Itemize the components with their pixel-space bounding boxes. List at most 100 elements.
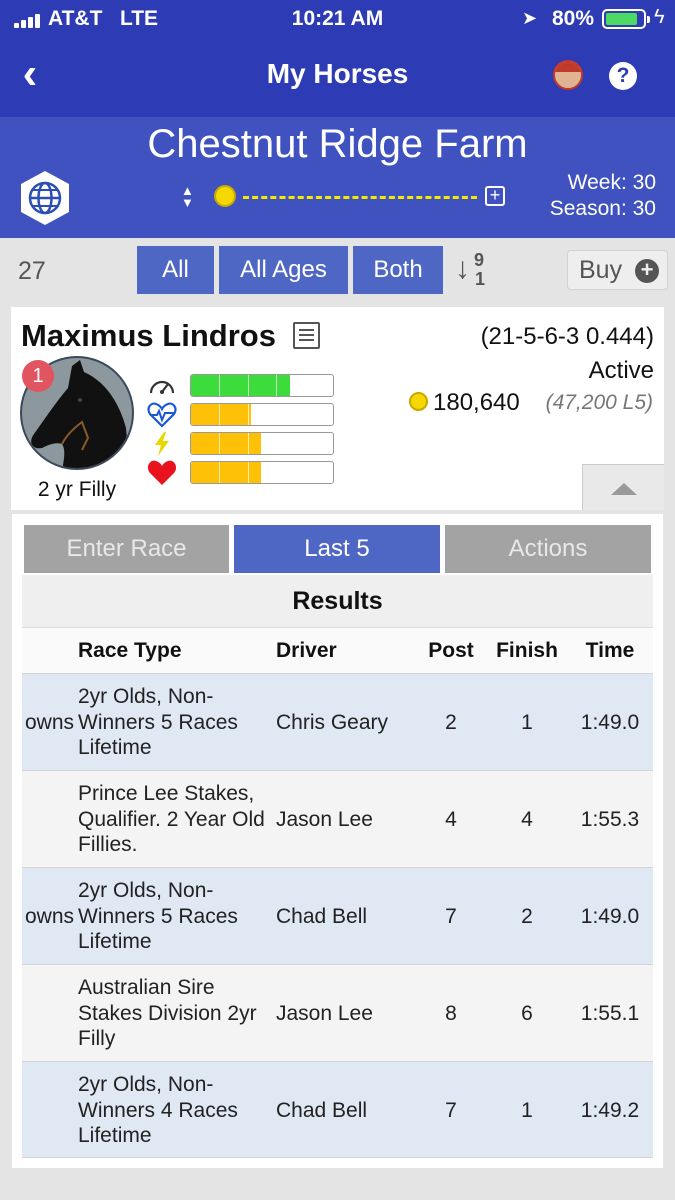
- bar-segment-divider: [247, 462, 249, 483]
- col-time[interactable]: Time: [570, 639, 650, 663]
- collapse-button[interactable]: [582, 464, 664, 510]
- cell-cutoff: owns: [24, 905, 74, 928]
- filter-ages-button[interactable]: All Ages: [219, 246, 348, 294]
- table-row[interactable]: owns 2yr Olds, Non-Winners 5 Races Lifet…: [22, 867, 653, 964]
- results-header-row: Race Type Driver Post Finish Time: [22, 627, 653, 673]
- horse-age: 2 yr Filly: [37, 478, 117, 501]
- tab-actions[interactable]: Actions: [445, 525, 651, 573]
- bar-segment-divider: [276, 375, 278, 396]
- col-race-type[interactable]: Race Type: [78, 639, 182, 663]
- season-label: Season: 30: [549, 197, 656, 220]
- cell-post: 4: [445, 808, 457, 831]
- bar-segment-divider: [219, 462, 221, 483]
- bar-segment-divider: [276, 433, 278, 454]
- sort-arrows-icon[interactable]: ▲ ▼: [181, 184, 194, 209]
- cell-post: 2: [445, 711, 457, 734]
- cell-race-type: 2yr Olds, Non-Winners 5 Races Lifetime: [78, 879, 238, 953]
- farm-name: Chestnut Ridge Farm: [147, 122, 528, 166]
- sort-button[interactable]: ↓ 9 1: [455, 250, 495, 290]
- stat-bar-stamina: [190, 403, 334, 426]
- results-title: Results: [22, 575, 653, 627]
- filter-gender-button[interactable]: Both: [353, 246, 443, 294]
- chevron-up-icon: [611, 483, 637, 495]
- table-row[interactable]: Australian Sire Stakes Division 2yr Fill…: [22, 964, 653, 1061]
- cell-finish: 1: [521, 711, 533, 734]
- cell-cutoff: owns: [24, 711, 74, 734]
- horse-record: (21-5-6-3 0.444): [480, 323, 654, 350]
- sort-arrow-icon: ↓: [455, 252, 470, 285]
- horse-card[interactable]: Maximus Lindros (21-5-6-3 0.444) Active …: [11, 307, 664, 510]
- cell-time: 1:49.2: [580, 1099, 640, 1122]
- globe-icon: [21, 171, 69, 225]
- cell-race-type: Prince Lee Stakes, Qualifier. 2 Year Old…: [78, 782, 265, 856]
- cell-time: 1:49.0: [580, 905, 640, 928]
- cell-driver: Chad Bell: [276, 1099, 368, 1122]
- cell-driver: Chris Geary: [276, 711, 389, 734]
- cell-time: 1:55.1: [580, 1002, 640, 1025]
- cell-time: 1:49.0: [580, 711, 640, 734]
- bar-segment-divider: [304, 375, 306, 396]
- rank-badge: 1: [22, 360, 54, 392]
- cell-driver: Chad Bell: [276, 905, 368, 928]
- buy-button[interactable]: Buy +: [567, 250, 668, 290]
- coin-icon: [214, 185, 236, 207]
- bar-segment-divider: [304, 404, 306, 425]
- charging-icon: ϟ: [654, 6, 665, 28]
- table-row[interactable]: Prince Lee Stakes, Qualifier. 2 Year Old…: [22, 770, 653, 867]
- bar-segment-divider: [276, 404, 278, 425]
- bar-segment-divider: [247, 404, 249, 425]
- filter-all-button[interactable]: All: [137, 246, 214, 294]
- plus-circle-icon: +: [635, 259, 659, 283]
- bar-segment-divider: [219, 433, 221, 454]
- progress-track: [243, 196, 477, 199]
- cell-race-type: 2yr Olds, Non-Winners 5 Races Lifetime: [78, 685, 238, 759]
- horse-count: 27: [18, 257, 46, 285]
- stat-bar-speed: [190, 374, 334, 397]
- col-post[interactable]: Post: [422, 639, 480, 663]
- globe-button[interactable]: [17, 169, 73, 227]
- stat-bar-energy: [190, 432, 334, 455]
- last5-earnings: (47,200 L5): [545, 391, 653, 414]
- speedometer-icon: [147, 373, 177, 399]
- cell-driver: Jason Lee: [276, 1002, 373, 1025]
- cell-time: 1:55.3: [580, 808, 640, 831]
- cell-race-type: 2yr Olds, Non-Winners 4 Races Lifetime: [78, 1073, 238, 1147]
- bar-segment-divider: [304, 433, 306, 454]
- horse-name: Maximus Lindros: [21, 318, 276, 353]
- tab-last-5[interactable]: Last 5: [234, 525, 440, 573]
- cell-finish: 4: [521, 808, 533, 831]
- avatar[interactable]: [553, 60, 583, 90]
- lightning-icon: [147, 431, 177, 457]
- col-finish[interactable]: Finish: [492, 639, 562, 663]
- bar-segment-divider: [219, 375, 221, 396]
- horse-status: Active: [588, 357, 654, 384]
- results-panel: Enter Race Last 5 Actions Results Race T…: [12, 514, 663, 1168]
- status-bar: AT&T LTE 10:21 AM ➤ 80% ϟ: [0, 0, 675, 38]
- stat-bar-health: [190, 461, 334, 484]
- heart-icon: [147, 460, 177, 486]
- cell-finish: 2: [521, 905, 533, 928]
- battery-percent: 80%: [552, 7, 595, 30]
- farm-header: Chestnut Ridge Farm ▲ ▼ + Week: 30 Season…: [0, 117, 675, 238]
- battery-icon: [602, 9, 650, 29]
- expand-plus-button[interactable]: +: [485, 186, 505, 206]
- cell-finish: 1: [521, 1099, 533, 1122]
- help-button[interactable]: ?: [609, 62, 637, 90]
- app-header: AT&T LTE 10:21 AM ➤ 80% ϟ ‹ My Horses ?: [0, 0, 675, 117]
- cell-post: 7: [445, 1099, 457, 1122]
- week-label: Week: 30: [567, 171, 656, 194]
- cell-driver: Jason Lee: [276, 808, 373, 831]
- table-row[interactable]: 2yr Olds, Non-Winners 4 Races Lifetime C…: [22, 1061, 653, 1158]
- coin-icon: [409, 392, 428, 411]
- bar-segment-divider: [247, 375, 249, 396]
- horse-earnings: 180,640: [433, 389, 520, 416]
- notes-icon[interactable]: [293, 322, 320, 349]
- cell-post: 7: [445, 905, 457, 928]
- bar-segment-divider: [304, 462, 306, 483]
- tab-enter-race[interactable]: Enter Race: [24, 525, 229, 573]
- heartbeat-icon: [147, 402, 177, 428]
- bar-segment-divider: [219, 404, 221, 425]
- col-driver[interactable]: Driver: [276, 639, 337, 663]
- cell-finish: 6: [521, 1002, 533, 1025]
- table-row[interactable]: owns 2yr Olds, Non-Winners 5 Races Lifet…: [22, 673, 653, 770]
